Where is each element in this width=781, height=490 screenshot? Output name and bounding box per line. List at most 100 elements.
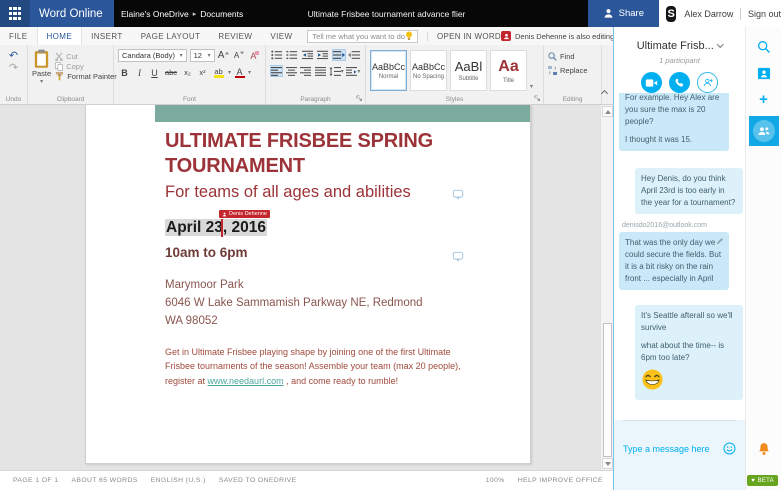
replace-button[interactable]: Replace xyxy=(548,66,597,75)
cut-button[interactable]: Cut xyxy=(55,52,117,61)
italic-button[interactable]: I xyxy=(133,66,146,79)
emoticon-picker-icon[interactable] xyxy=(723,442,736,455)
flier-title-line2[interactable]: TOURNAMENT xyxy=(165,154,502,179)
subscript-button[interactable]: x₂ xyxy=(181,66,194,79)
align-right-button[interactable] xyxy=(300,65,313,77)
app-launcher-button[interactable] xyxy=(0,0,30,27)
find-button[interactable]: Find xyxy=(548,52,597,61)
redo-button[interactable]: ↷ xyxy=(9,63,18,74)
grow-font-button[interactable]: A xyxy=(218,49,231,62)
flier-date-row[interactable]: Denis Dehenne April 23, 2016 xyxy=(165,210,270,238)
font-family-select[interactable]: Candara (Body) ▾ xyxy=(118,49,187,62)
indent-options-button[interactable]: ▾ xyxy=(346,65,361,77)
scroll-up-button[interactable] xyxy=(602,106,613,117)
justify-button[interactable] xyxy=(314,65,327,77)
add-participant-button[interactable] xyxy=(697,72,718,93)
strikethrough-button[interactable]: abc xyxy=(163,66,179,79)
status-help-improve[interactable]: HELP IMPROVE OFFICE xyxy=(518,477,603,484)
document-scrollbar[interactable] xyxy=(600,105,613,470)
flier-date-part2[interactable]: 2016 xyxy=(227,219,266,236)
status-zoom-level[interactable]: 100% xyxy=(486,477,505,484)
flier-subtitle[interactable]: For teams of all ages and abilities xyxy=(165,183,502,202)
tab-review[interactable]: REVIEW xyxy=(209,27,261,45)
user-name[interactable]: Alex Darrow xyxy=(684,9,733,19)
video-call-button[interactable] xyxy=(641,72,662,93)
highlight-color-button[interactable]: ab xyxy=(211,66,226,79)
flier-time[interactable]: 10am to 6pm xyxy=(165,245,502,260)
chat-input[interactable]: Type a message here xyxy=(614,442,745,455)
flier-title-line1[interactable]: ULTIMATE FRISBEE SPRING xyxy=(165,129,502,154)
clear-formatting-button[interactable]: A xyxy=(249,49,261,62)
flier-address-line1[interactable]: Marymoor Park xyxy=(165,277,502,295)
coauthor-status[interactable]: Denis Dehenne is also editing xyxy=(515,32,614,41)
increase-indent-button[interactable] xyxy=(316,49,329,61)
flier-address[interactable]: Marymoor Park 6046 W Lake Sammamish Park… xyxy=(165,277,502,330)
skype-rail: + ♥ BETA xyxy=(745,27,781,490)
decrease-indent-button[interactable] xyxy=(301,49,314,61)
flier-address-line2[interactable]: 6046 W Lake Sammamish Parkway NE, Redmon… xyxy=(165,295,502,313)
shrink-font-button[interactable]: A xyxy=(233,49,245,62)
paragraph-dialog-launcher[interactable] xyxy=(356,95,363,102)
font-color-dropdown-icon[interactable]: ▾ xyxy=(248,69,251,76)
copy-button[interactable]: Copy xyxy=(55,62,117,71)
style-subtitle[interactable]: AaBl Subtitle xyxy=(450,50,487,91)
superscript-button[interactable]: x² xyxy=(196,66,209,79)
document-body[interactable]: ULTIMATE FRISBEE SPRING TOURNAMENT For t… xyxy=(165,129,502,389)
app-title[interactable]: Word Online xyxy=(30,0,114,27)
search-button[interactable] xyxy=(746,40,781,54)
flier-link[interactable]: www.needaurl.com xyxy=(208,376,284,386)
flier-title[interactable]: ULTIMATE FRISBEE SPRING TOURNAMENT xyxy=(165,129,502,179)
app-launcher-grid-icon xyxy=(8,7,22,20)
paste-button[interactable]: Paste ▾ xyxy=(32,49,51,93)
share-button[interactable]: Share xyxy=(587,0,659,27)
chat-title[interactable]: Ultimate Frisb... xyxy=(637,40,724,52)
right-to-left-button[interactable] xyxy=(348,49,361,61)
flier-paragraph-text[interactable]: , and come ready to rumble! xyxy=(284,376,398,386)
styles-dialog-launcher[interactable] xyxy=(534,95,541,102)
tab-file[interactable]: FILE xyxy=(0,27,37,45)
format-painter-button[interactable]: Format Painter xyxy=(55,72,117,81)
style-no-spacing[interactable]: AaBbCc No Spacing xyxy=(410,50,447,91)
status-language[interactable]: ENGLISH (U.S.) xyxy=(151,477,206,484)
more-styles-button[interactable]: ▾ xyxy=(530,83,533,90)
breadcrumb-root[interactable]: Elaine's OneDrive xyxy=(121,9,189,19)
status-word-count[interactable]: ABOUT 65 WORDS xyxy=(71,477,137,484)
line-spacing-button[interactable]: ▾ xyxy=(329,65,344,77)
notifications-bell-icon[interactable] xyxy=(757,442,771,462)
font-size-select[interactable]: 12 ▾ xyxy=(189,49,215,62)
numbering-button[interactable] xyxy=(285,49,298,61)
tab-page-layout[interactable]: PAGE LAYOUT xyxy=(132,27,210,45)
flier-date[interactable]: April 23, 2016 xyxy=(165,219,267,237)
flier-paragraph[interactable]: Get in Ultimate Frisbee playing shape by… xyxy=(165,345,467,389)
highlight-dropdown-icon[interactable]: ▾ xyxy=(228,69,231,76)
align-center-button[interactable] xyxy=(285,65,298,77)
bullets-button[interactable] xyxy=(270,49,283,61)
flier-date-part1[interactable]: April 23, xyxy=(166,219,227,236)
left-to-right-button[interactable] xyxy=(331,49,346,61)
document-page[interactable]: ULTIMATE FRISBEE SPRING TOURNAMENT For t… xyxy=(85,105,531,464)
align-left-button[interactable] xyxy=(270,65,283,77)
sign-out-link[interactable]: Sign out xyxy=(748,9,781,19)
collapse-ribbon-button[interactable] xyxy=(600,89,609,98)
underline-button[interactable]: U xyxy=(148,66,161,79)
scrollbar-thumb[interactable] xyxy=(603,323,612,457)
style-normal[interactable]: AaBbCc Normal xyxy=(370,50,407,91)
voice-call-button[interactable] xyxy=(669,72,690,93)
new-chat-button[interactable]: + xyxy=(746,92,781,107)
font-size-value: 12 xyxy=(193,51,202,60)
tab-insert[interactable]: INSERT xyxy=(82,27,132,45)
tab-view[interactable]: VIEW xyxy=(261,27,301,45)
skype-logo-icon[interactable]: S xyxy=(666,5,677,22)
tell-me-input[interactable]: Tell me what you want to do xyxy=(307,29,418,43)
open-in-word-button[interactable]: OPEN IN WORD xyxy=(426,31,501,41)
undo-button[interactable]: ↶ xyxy=(9,51,18,62)
breadcrumb-current[interactable]: Documents xyxy=(200,9,243,19)
style-title[interactable]: Aa Title xyxy=(490,50,527,91)
flier-address-line3[interactable]: WA 98052 xyxy=(165,313,502,331)
bold-button[interactable]: B xyxy=(118,66,131,79)
tab-home[interactable]: HOME xyxy=(36,27,83,45)
scroll-down-button[interactable] xyxy=(602,458,613,469)
font-color-button[interactable]: A xyxy=(233,66,246,79)
contacts-button[interactable] xyxy=(746,67,781,80)
active-conversation-tile[interactable] xyxy=(748,116,779,146)
